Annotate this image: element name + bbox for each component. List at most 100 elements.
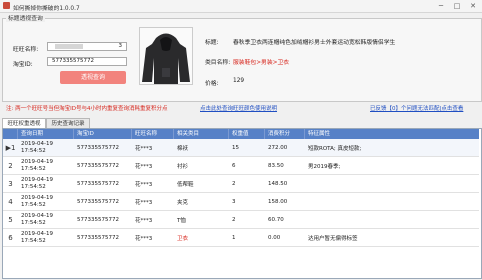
window-titlebar: 如何撕掉你撕破的1.0.0.7 ─ □ ✕ (0, 0, 482, 13)
date-text: 2019-04-19 (21, 177, 53, 183)
price-label: 价格: (205, 81, 219, 87)
price-value: 129 (233, 78, 245, 84)
column-header[interactable]: 查询日期 (18, 129, 74, 139)
points-cell: 148.50 (268, 181, 288, 187)
minimize-button[interactable]: ─ (434, 1, 448, 11)
weight-cell: 15 (232, 145, 239, 151)
date-text: 2019-04-19 (21, 141, 53, 147)
table-header: 查询日期 淘宝ID 旺旺名称 相关类目 权重值 消费积分 特征属性 (3, 129, 479, 139)
row-number: ▶1 (5, 144, 16, 152)
row-number: 2 (8, 162, 13, 170)
feature-cell (305, 193, 479, 211)
time-text: 17:54:52 (21, 202, 46, 208)
date-cell: 2019-04-19 17:54:52 (18, 175, 74, 193)
points-cell: 272.00 (268, 145, 288, 151)
row-number: 5 (8, 216, 13, 224)
taobao-id-cell: 577335575772 (77, 235, 119, 241)
weight-cell: 2 (232, 217, 236, 223)
table-row[interactable]: 5 2019-04-19 17:54:52 577335575772 花***3 T恤 2 6… (3, 211, 479, 229)
time-text: 17:54:52 (21, 148, 46, 154)
taobao-id-cell: 577335575772 (77, 181, 119, 187)
app-icon (3, 2, 10, 9)
hoodie-illustration (140, 28, 192, 84)
points-cell: 60.70 (268, 217, 284, 223)
date-cell: 2019-04-19 17:54:52 (18, 229, 74, 247)
wangwang-label: 旺旺名称: (13, 47, 39, 53)
usage-help-link[interactable]: 点击此处查询旺旺颜色使用说明 (200, 104, 277, 112)
date-text: 2019-04-19 (21, 159, 53, 165)
date-cell: 2019-04-19 17:54:52 (18, 139, 74, 157)
column-header[interactable]: 旺旺名称 (132, 129, 174, 139)
feedback-link[interactable]: 已反馈【0】个问题无法匹配|点击查看 (370, 104, 463, 112)
category-value: 服装鞋包>男装>卫衣 (233, 60, 290, 66)
category-cell: 棉袄 (177, 146, 189, 152)
tab-weight-perspective[interactable]: 旺旺权重透视 (2, 118, 46, 128)
category-cell: 低帮鞋 (177, 182, 194, 188)
column-header[interactable]: 淘宝ID (74, 129, 132, 139)
wangwang-name-cell: 花***3 (135, 182, 153, 188)
time-text: 17:54:52 (21, 238, 46, 244)
taobao-id-cell: 577335575772 (77, 163, 119, 169)
table-row[interactable]: ▶1 2019-04-19 17:54:52 577335575772 花***3 棉袄 1… (3, 139, 479, 157)
points-cell: 83.50 (268, 163, 284, 169)
column-header[interactable]: 相关类目 (174, 129, 229, 139)
taobao-id-cell: 577335575772 (77, 217, 119, 223)
wangwang-name-cell: 花***3 (135, 200, 153, 206)
row-number: 3 (8, 180, 13, 188)
product-title-value: 春秋季卫衣两连帽纯色加绒帽衫男士外套运动宽松韩版情侣学生 (233, 40, 396, 46)
column-header[interactable]: 特征属性 (305, 129, 479, 139)
wangwang-name-cell: 花***3 (135, 146, 153, 152)
category-label: 类目名称: (205, 60, 231, 66)
wangwang-name-cell: 花***3 (135, 164, 153, 170)
tab-history[interactable]: 历史查询记录 (46, 118, 90, 128)
points-cell: 158.00 (268, 199, 288, 205)
maximize-button[interactable]: □ (450, 1, 464, 11)
category-cell: T恤 (177, 218, 186, 224)
table-row[interactable]: 4 2019-04-19 17:54:52 577335575772 花***3 夹克 3 1… (3, 193, 479, 211)
table-row[interactable]: 6 2019-04-19 17:54:52 577335575772 花***3 卫衣 1 0… (3, 229, 479, 247)
product-image (139, 27, 193, 85)
category-cell: 卫衣 (177, 236, 189, 242)
feature-cell: 短款ROTA; 真皮短款; (308, 146, 362, 152)
taobao-id-cell: 577335575772 (77, 199, 119, 205)
date-cell: 2019-04-19 17:54:52 (18, 157, 74, 175)
row-number: 4 (8, 198, 13, 206)
query-note: 注: 两一个旺旺号当但淘宝ID号与4小时内重复查询消耗重复积分点 (6, 106, 168, 112)
feature-cell: 达用户暂无偏得标签 (308, 236, 358, 242)
taobao-id-input[interactable]: 577335575772 (47, 57, 127, 66)
taobao-id-cell: 577335575772 (77, 145, 119, 151)
column-header[interactable]: 消费积分 (265, 129, 305, 139)
time-text: 17:54:52 (21, 184, 46, 190)
date-cell: 2019-04-19 17:54:52 (18, 193, 74, 211)
taobao-id-label: 淘宝ID: (13, 62, 33, 68)
redacted-mask (55, 44, 83, 49)
feature-cell: 男2019春季; (308, 164, 341, 170)
table-row[interactable]: 2 2019-04-19 17:54:52 577335575772 花***3 衬衫 6 8… (3, 157, 479, 175)
category-cell: 衬衫 (177, 164, 189, 170)
date-text: 2019-04-19 (21, 231, 53, 237)
points-cell: 0.00 (268, 235, 281, 241)
time-text: 17:54:52 (21, 166, 46, 172)
wangwang-name-cell: 花***3 (135, 236, 153, 242)
column-header[interactable]: 权重值 (229, 129, 265, 139)
date-text: 2019-04-19 (21, 195, 53, 201)
category-cell: 夹克 (177, 200, 189, 206)
results-table: 查询日期 淘宝ID 旺旺名称 相关类目 权重值 消费积分 特征属性 ▶1 2019… (2, 128, 482, 279)
time-text: 17:54:52 (21, 220, 46, 226)
weight-cell: 1 (232, 235, 236, 241)
close-button[interactable]: ✕ (466, 1, 480, 11)
table-row[interactable]: 3 2019-04-19 17:54:52 577335575772 花***3 低帮鞋 2… (3, 175, 479, 193)
query-button[interactable]: 透视查询 (60, 71, 126, 84)
weight-cell: 2 (232, 181, 236, 187)
feature-cell (305, 211, 479, 229)
row-number: 6 (8, 234, 13, 242)
product-title-label: 标题: (205, 40, 219, 46)
weight-cell: 3 (232, 199, 236, 205)
row-header-corner (3, 129, 18, 139)
feature-cell (305, 175, 479, 193)
window-title: 如何撕掉你撕破的1.0.0.7 (13, 5, 80, 12)
group-title: 标题透视查询 (6, 13, 45, 22)
weight-cell: 6 (232, 163, 236, 169)
wangwang-name-cell: 花***3 (135, 218, 153, 224)
date-text: 2019-04-19 (21, 213, 53, 219)
